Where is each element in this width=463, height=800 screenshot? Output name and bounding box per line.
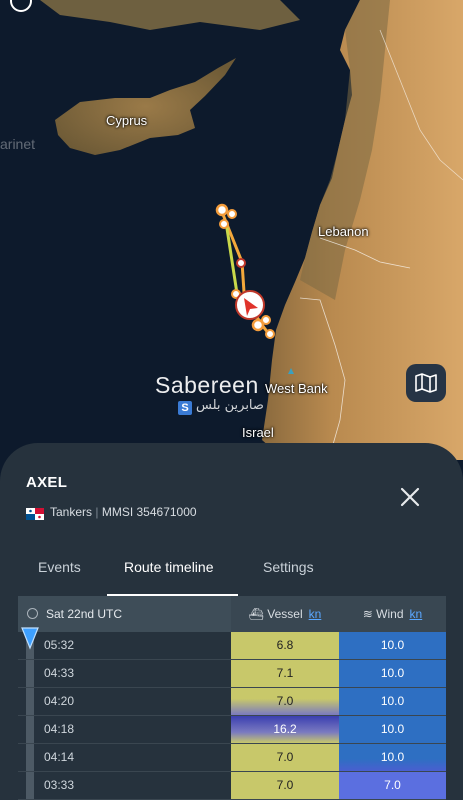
tab-route-timeline[interactable]: Route timeline [124,559,214,575]
vessel-unit-toggle[interactable]: kn [309,607,322,621]
timeline-row[interactable]: 04:14 7.0 10.0 [18,744,446,772]
map-label-west-bank: West Bank [265,381,328,396]
sabereen-logo: S [178,401,192,415]
clock-icon [27,608,38,619]
timeline-row[interactable]: 04:18 16.2 10.0 [18,716,446,744]
route-timeline-table: Sat 22nd UTC ⛴ Vessel kn ≋ Wind kn 05:32 6… [18,596,446,800]
sabereen-arabic-watermark: صابرين بلس [196,398,264,413]
vessel-name: AXEL [26,474,68,491]
sabereen-watermark: Sabereen [155,372,259,398]
vessel-speed-header: ⛴ Vessel kn [248,607,322,621]
tab-bar: Events Route timeline Settings [0,549,463,599]
vessel-details-sheet: AXEL Tankers | MMSI 354671000 Events Rou… [0,443,463,800]
timeline-row[interactable]: 04:33 7.1 10.0 [18,660,446,688]
timeline-row[interactable]: 03:33 7.0 7.0 [18,772,446,800]
wind-icon: ≋ [362,607,377,621]
marinetraffic-watermark: arinet [0,136,36,152]
ship-icon: ⛴ [248,607,268,621]
map-icon [415,373,437,393]
tab-settings[interactable]: Settings [263,559,314,575]
date-header: Sat 22nd UTC [18,596,231,632]
timeline-row[interactable]: 05:32 6.8 10.0 [18,632,446,660]
panama-flag-icon [26,508,44,520]
tab-events[interactable]: Events [38,559,81,575]
vessel-type: Tankers [50,505,93,519]
map-layers-button[interactable] [406,364,446,402]
timeline-header: Sat 22nd UTC ⛴ Vessel kn ≋ Wind kn [18,596,446,632]
wind-unit-toggle[interactable]: kn [410,607,423,621]
vessel-position-marker[interactable] [235,290,265,320]
close-icon[interactable] [398,485,422,509]
wind-speed-header: ≋ Wind kn [362,607,423,621]
vessel-type-mmsi: Tankers | MMSI 354671000 [50,505,197,519]
map-label-israel: Israel [242,425,274,440]
timeline-row[interactable]: 04:20 7.0 10.0 [18,688,446,716]
vessel-mmsi: MMSI 354671000 [101,505,197,519]
map-label-cyprus: Cyprus [106,113,148,128]
map-label-lebanon: Lebanon [318,224,369,239]
